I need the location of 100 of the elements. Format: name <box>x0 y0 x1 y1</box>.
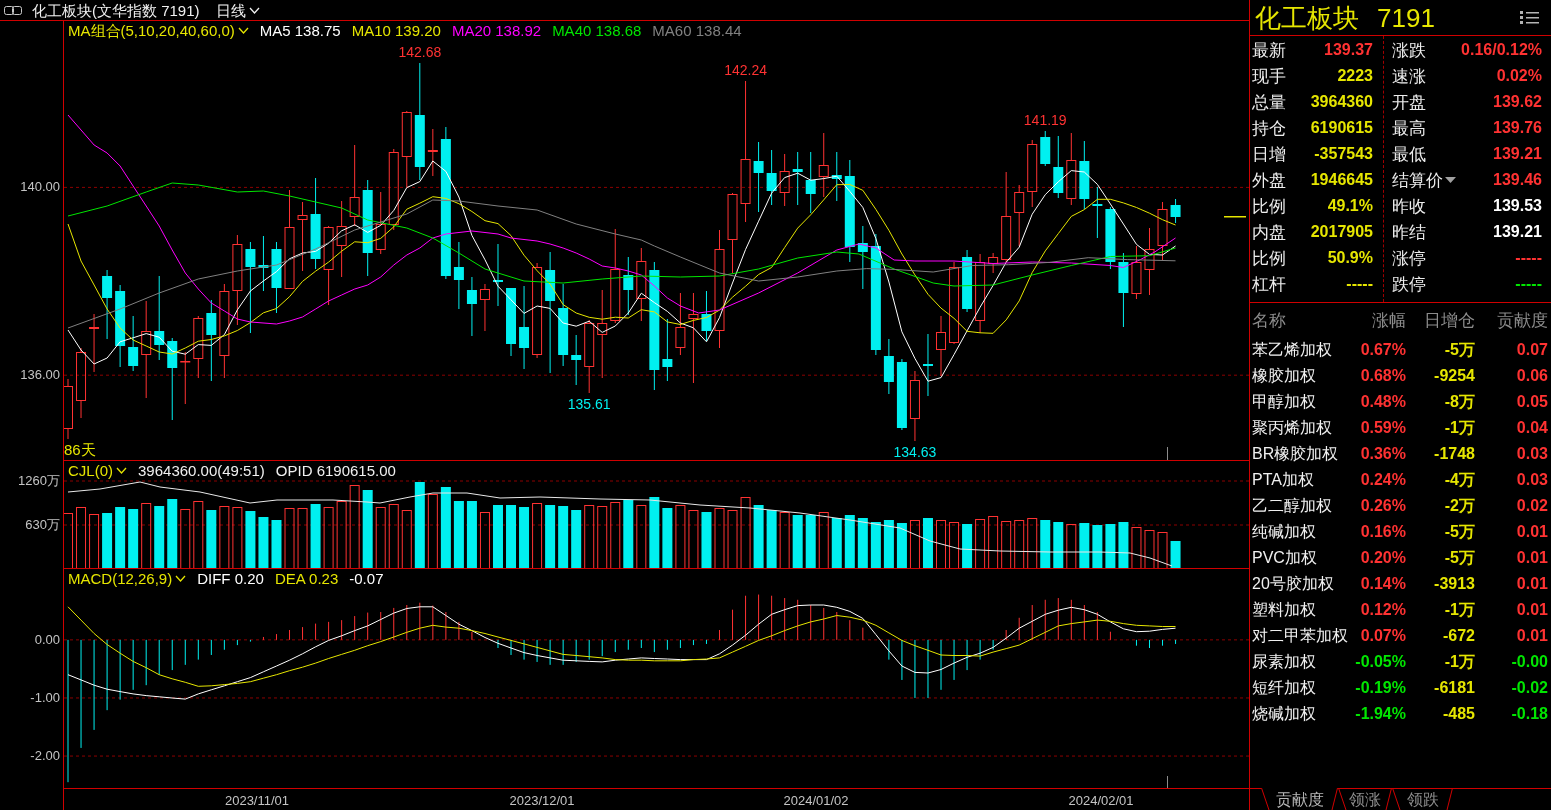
quote-label: 最高 <box>1392 119 1426 137</box>
table-cell-text: 0.02 <box>1515 498 1548 514</box>
table-cell-text: 0.01 <box>1515 602 1548 618</box>
table-cell-text: -485 <box>1441 706 1475 722</box>
table-cell-text: 0.14% <box>1359 576 1406 592</box>
price-label: 134.63 <box>893 444 937 460</box>
date-label: 2023/11/01 <box>224 793 290 808</box>
quote-label: 开盘 <box>1392 93 1426 111</box>
quote-value: 139.46 <box>1493 172 1542 188</box>
period-dropdown[interactable]: 日线 <box>215 2 260 18</box>
tab[interactable]: 贡献度 <box>1261 788 1338 810</box>
instrument-code: 7191 <box>1377 4 1435 31</box>
quote-value: 49.1% <box>1327 198 1373 214</box>
table-cell-text: -0.18 <box>1510 706 1548 722</box>
table-cell-text: -3913 <box>1433 576 1475 592</box>
table-cell-text: 烧碱加权 <box>1252 706 1317 722</box>
price-label: 141.19 <box>1023 112 1067 128</box>
quote-label: 比例 <box>1252 197 1286 215</box>
quote-label: 结算价 <box>1392 171 1443 189</box>
quote-value: 3964360 <box>1310 94 1373 110</box>
table-cell-text: 0.16% <box>1359 524 1406 540</box>
table-cell-text: 0.06 <box>1515 368 1548 384</box>
table-cell-text: PVC加权 <box>1252 550 1318 566</box>
link-icon[interactable] <box>4 5 22 15</box>
table-cell-text: -672 <box>1441 628 1475 644</box>
date-label: 2024/01/02 <box>783 793 849 808</box>
quote-label: 持仓 <box>1252 119 1286 137</box>
quote-value: 0.02% <box>1496 68 1542 84</box>
indicator-value: OPID 6190615.00 <box>275 462 396 478</box>
indicator-value: MA60 138.44 <box>652 23 742 38</box>
indicator-value: MA10 139.20 <box>351 23 441 38</box>
axis-label: 136.00 <box>20 367 60 384</box>
quote-label: 涨停 <box>1392 249 1426 267</box>
table-cell-text: 0.05 <box>1515 394 1548 410</box>
table-cell-text: -1万 <box>1443 654 1475 670</box>
table-cell-text: 苯乙烯加权 <box>1252 342 1333 358</box>
quote-label: 昨结 <box>1392 223 1426 241</box>
quote-value: 139.37 <box>1324 42 1373 58</box>
date-label: 2024/02/01 <box>1068 793 1134 808</box>
table-cell-text: 20号胶加权 <box>1252 576 1335 592</box>
quote-value: ----- <box>1346 276 1373 292</box>
quote-label: 内盘 <box>1252 223 1286 241</box>
quote-label: 跌停 <box>1392 275 1426 293</box>
axis-label: 140.00 <box>20 179 60 196</box>
quote-label: 昨收 <box>1392 197 1426 215</box>
instrument-name: 化工板块 <box>1255 4 1359 31</box>
quote-value: ----- <box>1515 276 1542 292</box>
table-cell-text: 塑料加权 <box>1252 602 1317 618</box>
chevron-icon <box>175 574 187 582</box>
quote-label: 最低 <box>1392 145 1426 163</box>
table-cell-text: BR橡胶加权 <box>1252 446 1340 462</box>
table-cell-text: 0.01 <box>1515 524 1548 540</box>
indicator-value: -0.07 <box>349 570 384 586</box>
column-header: 日增仓 <box>1423 311 1475 329</box>
table-cell-text: -0.02 <box>1510 680 1548 696</box>
price-label: 142.24 <box>724 62 767 78</box>
indicator-value: MA5 138.75 <box>259 23 341 38</box>
axis-label: 1260万 <box>18 473 60 489</box>
quote-value: 6190615 <box>1310 120 1373 136</box>
tab[interactable]: 领涨 <box>1338 788 1392 810</box>
axis-label: 0.00 <box>34 631 60 648</box>
quote-value: 139.53 <box>1493 198 1542 214</box>
table-cell-text: 0.26% <box>1359 498 1406 514</box>
tab[interactable]: 领跌 <box>1392 788 1453 810</box>
indicator-dropdown[interactable]: MA组合(5,10,20,40,60,0) <box>68 23 249 38</box>
column-header: 涨幅 <box>1371 311 1406 329</box>
table-cell-text: -5万 <box>1443 550 1475 566</box>
quote-value: 139.62 <box>1493 94 1542 110</box>
quote-value: 1946645 <box>1310 172 1373 188</box>
table-cell-text: 聚丙烯加权 <box>1252 420 1333 436</box>
table-cell-text: 短纤加权 <box>1252 680 1317 696</box>
indicator-value: 3964360.00(49:51) <box>138 462 265 478</box>
table-cell-text: 纯碱加权 <box>1252 524 1317 540</box>
quote-label: 速涨 <box>1392 67 1426 85</box>
caret-icon[interactable] <box>1445 177 1456 183</box>
table-cell-text: 对二甲苯加权 <box>1252 628 1349 644</box>
quote-label: 现手 <box>1252 67 1286 85</box>
table-cell-text: 乙二醇加权 <box>1252 498 1333 514</box>
indicator-dropdown[interactable]: MACD(12,26,9) <box>68 570 187 586</box>
quote-value: -357543 <box>1314 146 1373 162</box>
table-cell-text: 0.03 <box>1515 446 1548 462</box>
table-cell-text: 0.01 <box>1515 628 1548 644</box>
cursor-tick <box>1167 776 1168 788</box>
table-cell-text: 0.59% <box>1359 420 1406 436</box>
table-cell-text: -2万 <box>1443 498 1475 514</box>
axis-label: 630万 <box>25 517 60 533</box>
table-cell-text: -5万 <box>1443 524 1475 540</box>
table-cell-text: -8万 <box>1443 394 1475 410</box>
table-cell-text: -1万 <box>1443 602 1475 618</box>
table-cell-text: 0.36% <box>1359 446 1406 462</box>
quote-value: 2223 <box>1337 68 1373 84</box>
quote-label: 涨跌 <box>1392 41 1426 59</box>
menu-icon[interactable] <box>1520 10 1539 25</box>
quote-label: 最新 <box>1252 41 1286 59</box>
table-cell-text: 0.03 <box>1515 472 1548 488</box>
table-cell-text: -1.94% <box>1354 706 1406 722</box>
cursor-tick <box>1167 447 1168 460</box>
quote-label: 总量 <box>1252 93 1286 111</box>
quote-value: ----- <box>1515 250 1542 266</box>
indicator-dropdown[interactable]: CJL(0) <box>68 462 127 478</box>
